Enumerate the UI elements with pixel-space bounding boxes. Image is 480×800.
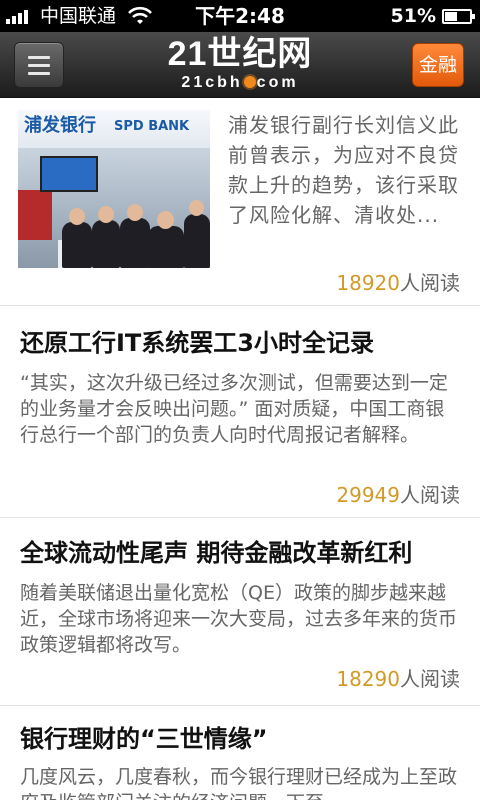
news-summary: 几度风云，几度春秋，而今银行理财已经成为上至政府及监管部门关注的经济问题，下至 [20,766,458,800]
status-bar: 中国联通 下午2:48 51% [0,0,480,32]
news-item[interactable]: 银行理财的“三世情缘” 几度风云，几度春秋，而今银行理财已经成为上至政府及监管部… [0,706,480,800]
read-count: 18920人阅读 [336,270,460,296]
person-figure [120,218,150,268]
hamburger-menu-icon [28,56,50,59]
booth-wall [18,190,52,240]
battery-percent: 51% [390,5,436,27]
read-count-suffix: 人阅读 [400,667,460,691]
person-figure [148,226,184,268]
hamburger-menu-icon [28,72,50,75]
logo-wordmark: 21世纪网 [167,35,313,73]
news-item[interactable]: 还原工行IT系统罢工3小时全记录 “其实，这次升级已经过多次测试，但需要达到一定… [0,306,480,518]
read-count-number: 18290 [336,667,400,691]
bank-sign: 浦发银行 SPD BANK [18,110,210,148]
news-title[interactable]: 还原工行IT系统罢工3小时全记录 [20,328,374,358]
read-count-number: 29949 [336,483,400,507]
read-count-suffix: 人阅读 [400,271,460,295]
menu-button[interactable] [14,42,64,88]
logo-domain-right: com [256,74,299,91]
logo-domain-left: 21cbh [181,74,243,91]
news-summary: “其实，这次升级已经过多次测试，但需要达到一定的业务量才会反映出问题。” 面对质… [20,372,448,446]
person-head [127,204,143,221]
person-figure [62,222,92,268]
news-title[interactable]: 银行理财的“三世情缘” [20,724,268,754]
booth-screen [40,156,98,192]
sun-icon [243,76,256,88]
person-head [69,208,85,225]
read-count-number: 18920 [336,271,400,295]
bank-sign-cn: 浦发银行 [24,115,96,136]
news-summary: 随着美联储退出量化宽松（QE）政策的脚步越来越近，全球市场将迎来一次大变局，过去… [20,582,458,656]
person-figure [184,214,210,268]
person-head [157,211,174,229]
read-count: 29949人阅读 [336,482,460,508]
news-item[interactable]: 全球流动性尾声 期待金融改革新红利 随着美联储退出量化宽松（QE）政策的脚步越来… [0,518,480,706]
battery-level-fill [445,12,457,21]
news-item[interactable]: 浦发银行 SPD BANK 浦发银行副行长刘信义此前曾表示，为应对不良贷款上升的… [0,98,480,306]
person-figure [92,220,120,268]
news-summary: 浦发银行副行长刘信义此前曾表示，为应对不良贷款上升的趋势，该行采取了风险化解、清… [228,113,459,227]
person-head [98,206,114,223]
news-title[interactable]: 全球流动性尾声 期待金融改革新红利 [20,538,412,568]
battery-icon [442,9,475,24]
bank-sign-en: SPD BANK [114,119,190,134]
news-thumbnail[interactable]: 浦发银行 SPD BANK [18,110,210,268]
read-count: 18290人阅读 [336,666,460,692]
hamburger-menu-icon [28,64,50,67]
logo-domain: 21cbh com [150,74,330,92]
app-header: 21世纪网 21cbh com 金融 [0,32,480,98]
person-head [189,200,204,216]
read-count-suffix: 人阅读 [400,483,460,507]
site-logo: 21世纪网 21cbh com [150,34,330,96]
finance-channel-button[interactable]: 金融 [412,43,464,87]
